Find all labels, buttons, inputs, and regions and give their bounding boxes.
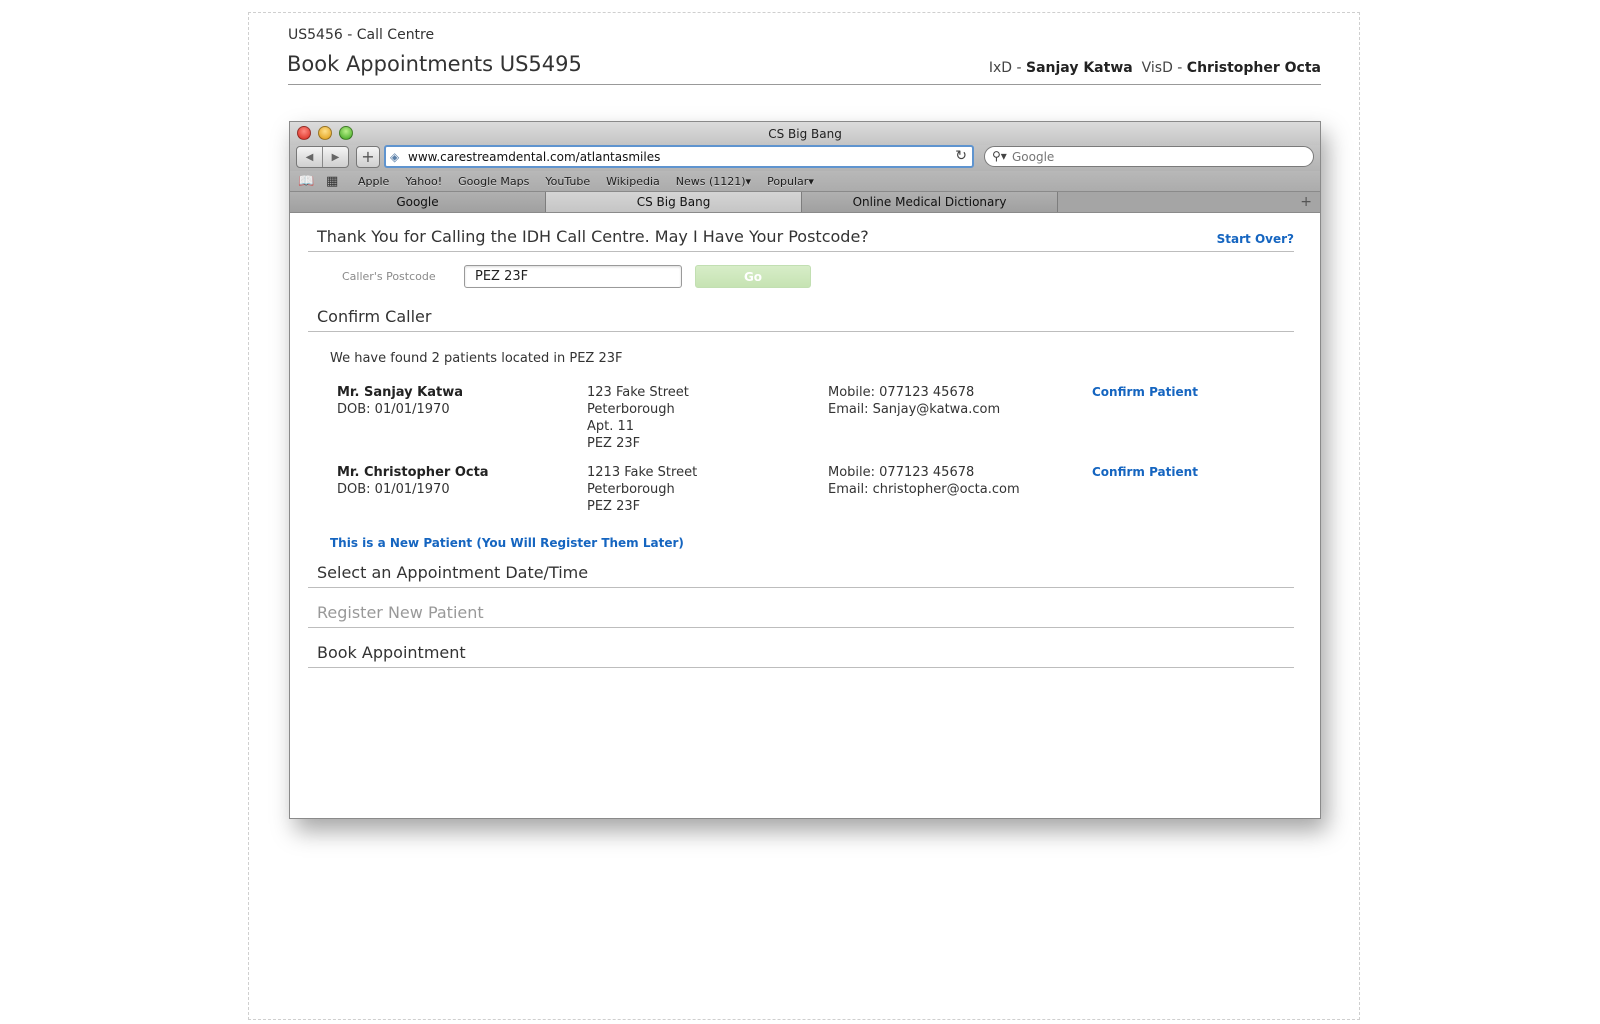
- document-title: Book Appointments US5495: [287, 52, 582, 76]
- bookmark-google-maps[interactable]: Google Maps: [458, 175, 529, 188]
- bookmark-popular[interactable]: Popular▾: [767, 175, 814, 188]
- book-section-header[interactable]: Book Appointment: [308, 632, 1294, 668]
- confirm-patient-cell: Confirm Patient: [1092, 464, 1198, 481]
- patient-mobile: Mobile: 077123 45678: [828, 465, 975, 480]
- url-input[interactable]: [408, 148, 938, 165]
- postcode-section-title: Thank You for Calling the IDH Call Centr…: [317, 227, 869, 246]
- postcode-label: Caller's Postcode: [342, 270, 436, 283]
- tab-online-medical-dictionary[interactable]: Online Medical Dictionary: [802, 192, 1058, 212]
- search-bar[interactable]: ⚲▾: [984, 146, 1314, 167]
- appointment-section-title: Select an Appointment Date/Time: [317, 563, 589, 582]
- start-over-link[interactable]: Start Over?: [1217, 232, 1294, 246]
- document-subtitle: US5456 - Call Centre: [288, 27, 435, 43]
- patient-contact: Mobile: 077123 45678 Email: Sanjay@katwa…: [828, 384, 1000, 418]
- patients-found-text: We have found 2 patients located in PEZ …: [330, 351, 623, 366]
- visd-label: VisD -: [1141, 60, 1187, 76]
- postcode-section-header: Thank You for Calling the IDH Call Centr…: [308, 216, 1294, 252]
- visd-name: Christopher Octa: [1186, 60, 1321, 76]
- patient-name: Mr. Sanjay Katwa: [337, 385, 464, 400]
- tab-google[interactable]: Google: [290, 192, 546, 212]
- address-line: Peterborough: [587, 482, 675, 497]
- go-button[interactable]: Go: [695, 265, 811, 288]
- window-title: CS Big Bang: [768, 127, 842, 141]
- patient-contact: Mobile: 077123 45678 Email: christopher@…: [828, 464, 1020, 498]
- document-credits: IxD - Sanjay Katwa VisD - Christopher Oc…: [989, 60, 1321, 76]
- address-line: 123 Fake Street: [587, 385, 689, 400]
- appointment-section-header[interactable]: Select an Appointment Date/Time: [308, 552, 1294, 588]
- bookmark-wikipedia[interactable]: Wikipedia: [606, 175, 660, 188]
- history-buttons: ◀ ▶: [296, 146, 349, 168]
- register-section-header[interactable]: Register New Patient: [308, 592, 1294, 628]
- address-line: PEZ 23F: [587, 436, 641, 451]
- patient-mobile: Mobile: 077123 45678: [828, 385, 975, 400]
- bookmark-apple[interactable]: Apple: [358, 175, 389, 188]
- address-line: Apt. 11: [587, 419, 635, 434]
- browser-window: CS Big Bang ◀ ▶ + ◈ ↻ ⚲▾ 📖 ▦ Apple Yahoo…: [289, 121, 1321, 819]
- browser-tabs: Google CS Big Bang Online Medical Dictio…: [290, 191, 1320, 213]
- new-tab-plus-icon[interactable]: +: [1300, 194, 1312, 210]
- new-patient-link[interactable]: This is a New Patient (You Will Register…: [330, 536, 684, 550]
- browser-toolbar: ◀ ▶ + ◈ ↻ ⚲▾: [290, 145, 1320, 171]
- title-divider: [288, 84, 1321, 85]
- patient-identity: Mr. Christopher Octa DOB: 01/01/1970: [337, 464, 489, 498]
- patient-email: Email: Sanjay@katwa.com: [828, 402, 1001, 417]
- page-content: Thank You for Calling the IDH Call Centr…: [290, 214, 1320, 818]
- plus-icon: +: [361, 147, 375, 166]
- postcode-input[interactable]: [464, 265, 682, 288]
- window-titlebar: CS Big Bang: [290, 122, 1320, 145]
- patient-name: Mr. Christopher Octa: [337, 465, 489, 480]
- patient-email: Email: christopher@octa.com: [828, 482, 1020, 497]
- address-line: Peterborough: [587, 402, 675, 417]
- magnifier-icon: ⚲▾: [992, 149, 1007, 163]
- address-bar[interactable]: ◈ ↻: [384, 145, 974, 168]
- patient-address: 1213 Fake Street Peterborough PEZ 23F: [587, 464, 697, 515]
- patient-address: 123 Fake Street Peterborough Apt. 11 PEZ…: [587, 384, 689, 452]
- patient-dob: DOB: 01/01/1970: [337, 482, 450, 497]
- bookmarks-bar: 📖 ▦ Apple Yahoo! Google Maps YouTube Wik…: [290, 171, 1320, 191]
- site-favicon-icon: ◈: [390, 150, 400, 164]
- address-line: 1213 Fake Street: [587, 465, 698, 480]
- confirm-section-header: Confirm Caller: [308, 296, 1294, 332]
- ixd-label: IxD -: [988, 60, 1027, 76]
- ixd-name: Sanjay Katwa: [1026, 60, 1133, 76]
- patient-dob: DOB: 01/01/1970: [337, 402, 450, 417]
- register-section-title: Register New Patient: [317, 603, 484, 622]
- search-input[interactable]: [1012, 149, 1302, 164]
- bookmark-news[interactable]: News (1121)▾: [676, 175, 751, 188]
- bookmark-youtube[interactable]: YouTube: [545, 175, 590, 188]
- tab-cs-big-bang[interactable]: CS Big Bang: [546, 192, 802, 212]
- confirm-section-title: Confirm Caller: [317, 307, 432, 326]
- reload-icon[interactable]: ↻: [955, 148, 967, 164]
- forward-arrow-icon[interactable]: ▶: [322, 147, 348, 167]
- patient-identity: Mr. Sanjay Katwa DOB: 01/01/1970: [337, 384, 463, 418]
- back-arrow-icon[interactable]: ◀: [297, 147, 322, 167]
- confirm-patient-cell: Confirm Patient: [1092, 384, 1198, 401]
- book-section-title: Book Appointment: [317, 643, 466, 662]
- add-bookmark-button[interactable]: +: [356, 146, 380, 168]
- confirm-patient-link[interactable]: Confirm Patient: [1092, 385, 1198, 399]
- open-book-icon[interactable]: 📖: [298, 174, 318, 189]
- grid-icon[interactable]: ▦: [326, 174, 346, 189]
- confirm-patient-link[interactable]: Confirm Patient: [1092, 465, 1198, 479]
- bookmark-yahoo[interactable]: Yahoo!: [405, 175, 442, 188]
- address-line: PEZ 23F: [587, 499, 641, 514]
